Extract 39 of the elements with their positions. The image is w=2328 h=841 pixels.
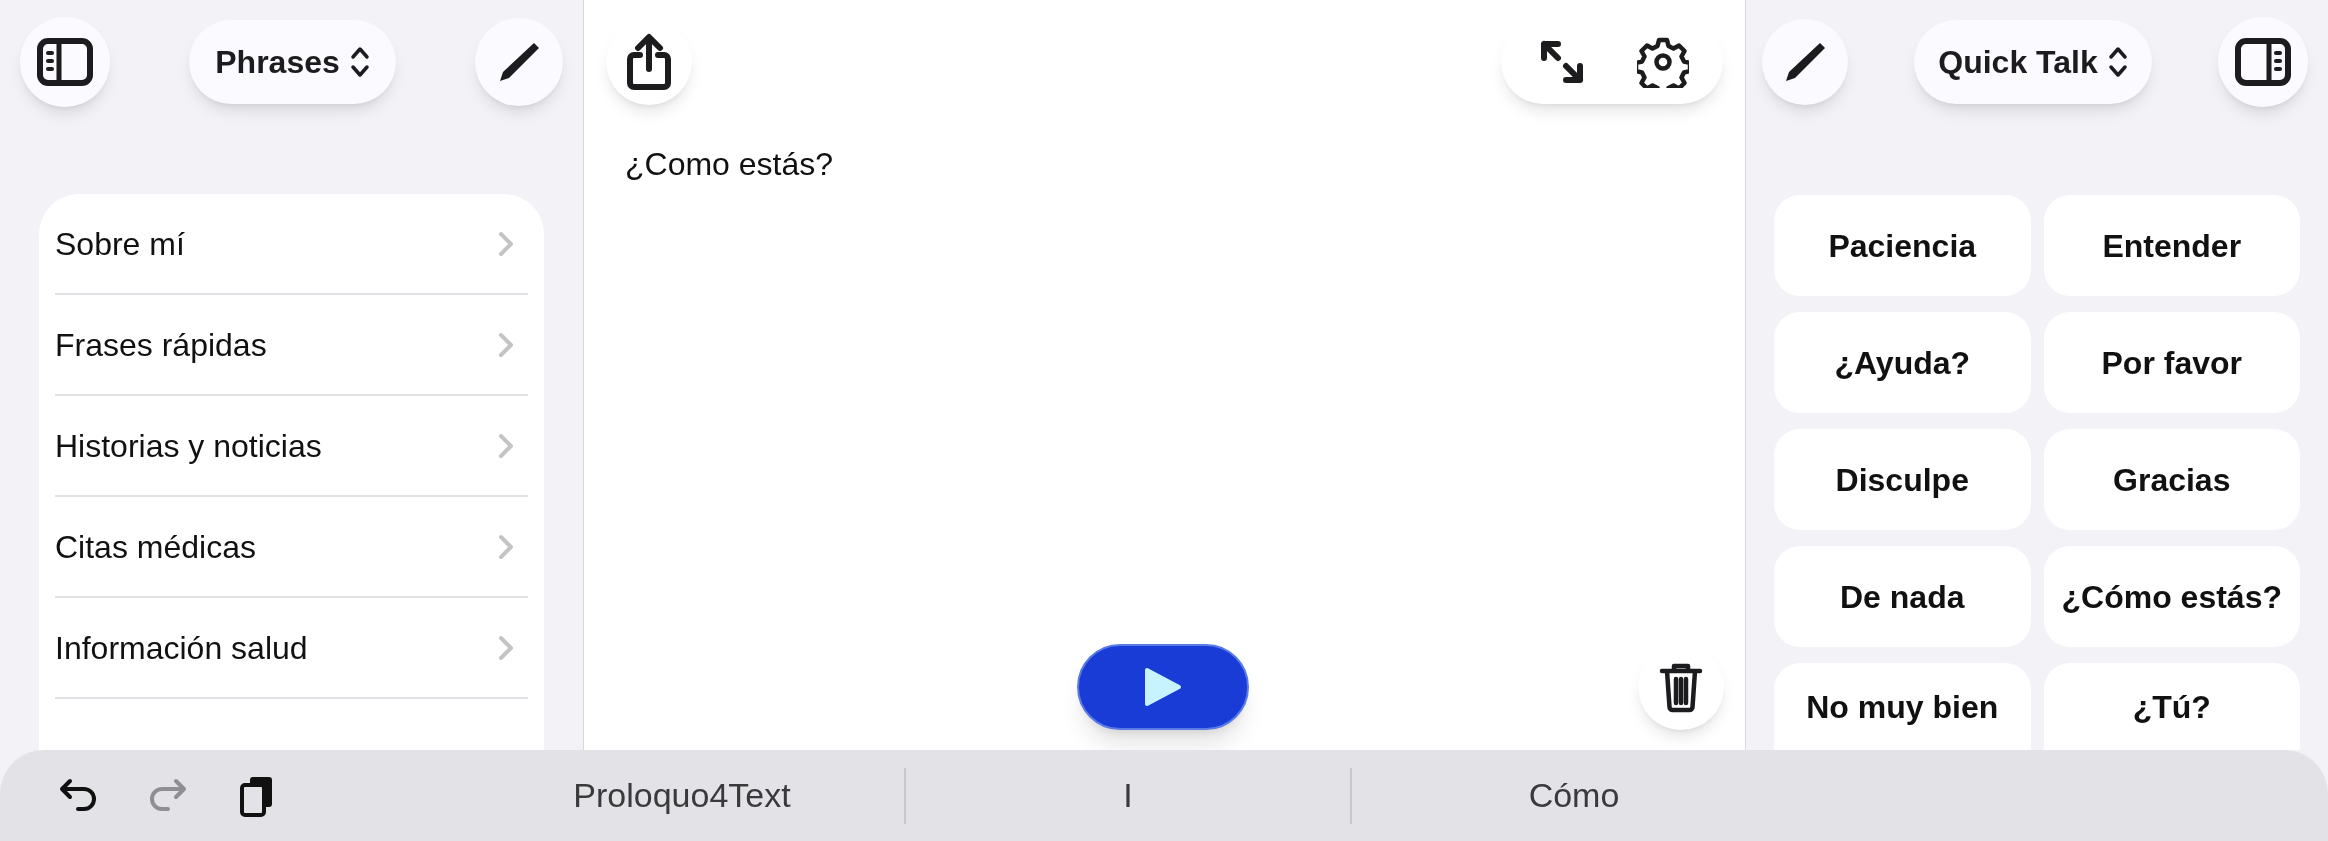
phrase-button[interactable]: Por favor [2043, 312, 2300, 413]
phrase-button[interactable]: ¿Cómo estás? [2043, 546, 2300, 647]
phrase-button[interactable]: ¿Ayuda? [1774, 312, 2031, 413]
sidebar-left-icon [37, 38, 93, 86]
chevron-right-icon [498, 331, 514, 358]
category-label: Información salud [55, 628, 308, 668]
word-suggestion[interactable]: Proloquo4Text [460, 760, 904, 831]
category-row[interactable]: Sobre mí [55, 194, 528, 295]
phrase-button[interactable]: No muy bien [1774, 663, 2031, 750]
chevron-up-down-icon [349, 45, 370, 79]
phrase-button[interactable]: Entender [2043, 195, 2300, 296]
chevron-right-icon [498, 432, 514, 459]
category-label: Frases rápidas [55, 325, 267, 365]
category-label: Historias y noticias [55, 426, 322, 466]
chevron-right-icon [498, 533, 514, 560]
category-row[interactable]: Información salud [55, 598, 528, 699]
phrase-button[interactable]: Gracias [2043, 429, 2300, 530]
category-row[interactable]: Historias y noticias [55, 396, 528, 497]
phrases-menu-button[interactable]: Phrases [189, 20, 396, 104]
category-row[interactable]: Citas médicas [55, 497, 528, 598]
message-text[interactable]: ¿Como estás? [584, 124, 1745, 188]
chevron-right-icon [498, 634, 514, 661]
word-suggestion[interactable]: Cómo [1352, 760, 1796, 831]
category-row[interactable]: Frases rápidas [55, 295, 528, 396]
word-suggestion[interactable]: I [906, 760, 1350, 831]
phrase-button[interactable]: De nada [1774, 546, 2031, 647]
quick-talk-menu-button[interactable]: Quick Talk [1914, 20, 2152, 104]
play-icon [1143, 666, 1183, 708]
phrase-button[interactable]: Disculpe [1774, 429, 2031, 530]
trash-icon [1659, 661, 1703, 713]
category-label: Sobre mí [55, 224, 185, 264]
share-icon [626, 33, 672, 91]
phrase-button[interactable]: ¿Tú? [2043, 663, 2300, 750]
settings-icon [1636, 36, 1689, 88]
chevron-right-icon [498, 230, 514, 257]
chevron-up-down-icon [2107, 45, 2128, 79]
category-label: Citas médicas [55, 527, 256, 567]
sidebar-right-icon [2235, 38, 2291, 86]
phrase-button[interactable]: Paciencia [1774, 195, 2031, 296]
